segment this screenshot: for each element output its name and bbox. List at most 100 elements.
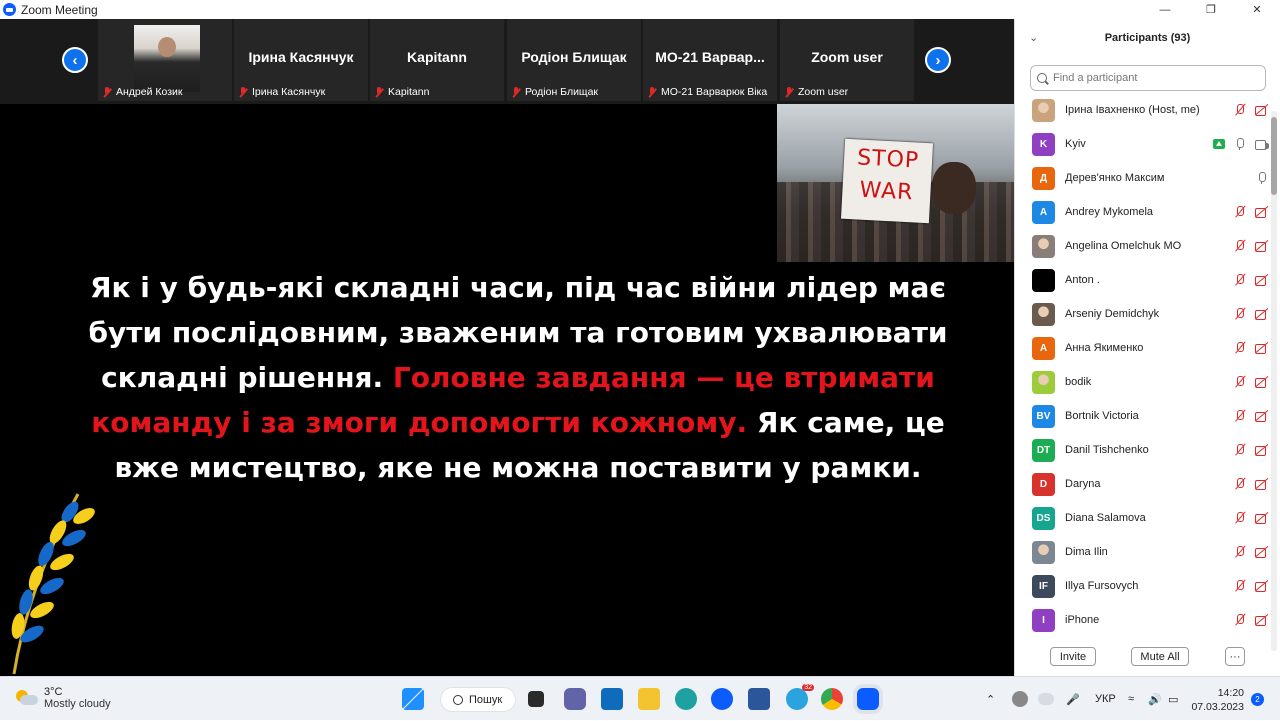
keyboard-language[interactable]: УКР <box>1095 677 1116 721</box>
mic-off-icon <box>1233 409 1247 423</box>
participant-row[interactable]: Angelina Omelchuk МО <box>1015 229 1273 263</box>
participant-row[interactable]: IF Illya Fursovych <box>1015 569 1273 603</box>
search-icon <box>1037 73 1047 83</box>
zoom-logo-icon <box>3 3 16 16</box>
vid-off-icon <box>1255 409 1269 423</box>
participant-row[interactable]: A Andrey Mykomela <box>1015 195 1273 229</box>
participant-name: Dima Ilin <box>1065 546 1108 558</box>
participant-avatar: Д <box>1032 166 1055 190</box>
security-icon[interactable] <box>1012 691 1028 707</box>
meeting-stage: ‹ Андрей Козик Ірина Касянчук Ірина Кася… <box>0 19 1014 676</box>
zoom-app-icon[interactable] <box>711 688 733 710</box>
collapse-chevron-icon[interactable]: ⌄ <box>1029 31 1038 44</box>
participant-row[interactable]: Anton . <box>1015 263 1273 297</box>
word-icon[interactable] <box>748 688 770 710</box>
vid-on-icon <box>1255 137 1269 151</box>
participant-avatar: D <box>1032 472 1055 496</box>
participant-search[interactable] <box>1030 65 1266 91</box>
mic-off-icon <box>1233 443 1247 457</box>
edge-browser-icon[interactable] <box>675 688 697 710</box>
volume-icon[interactable]: 🔊 <box>1148 677 1162 721</box>
muted-mic-icon <box>647 86 657 98</box>
participant-row[interactable]: DT Danil Tishchenko <box>1015 433 1273 467</box>
more-options-button[interactable]: ··· <box>1225 647 1245 666</box>
participant-row[interactable]: Arseniy Demidchyk <box>1015 297 1273 331</box>
microphone-icon[interactable]: 🎤 <box>1066 677 1080 721</box>
participant-row[interactable]: BV Bortnik Victoria <box>1015 399 1273 433</box>
mic-off-icon <box>1233 273 1247 287</box>
participant-status-icons <box>1233 511 1269 525</box>
video-tile[interactable]: Андрей Козик <box>98 19 232 101</box>
participant-status-icons <box>1213 137 1269 151</box>
weather-temperature: 3°C <box>44 686 63 698</box>
participant-avatar <box>1032 268 1055 292</box>
participant-status-icons <box>1233 579 1269 593</box>
participant-row[interactable]: Ірина Івахненко (Host, me) <box>1015 93 1273 127</box>
participant-avatar: IF <box>1032 574 1055 598</box>
participant-row[interactable]: А Анна Якименко <box>1015 331 1273 365</box>
zoom-meeting-active-icon[interactable] <box>857 688 879 710</box>
mail-icon[interactable] <box>601 688 623 710</box>
participant-search-input[interactable] <box>1053 72 1253 84</box>
mute-all-button[interactable]: Mute All <box>1131 647 1189 666</box>
file-explorer-icon[interactable] <box>638 688 660 710</box>
participant-name: Дерев'янко Максим <box>1065 172 1165 184</box>
taskbar-search-label: Пошук <box>469 693 503 706</box>
video-strip: ‹ Андрей Козик Ірина Касянчук Ірина Кася… <box>0 19 1014 104</box>
system-clock[interactable]: 14:20 07.03.2023 <box>1186 686 1244 714</box>
participant-name: Diana Salamova <box>1065 512 1146 524</box>
muted-mic-icon <box>238 86 248 98</box>
taskbar-search[interactable]: Пошук <box>440 687 516 712</box>
participant-avatar <box>1032 234 1055 258</box>
weather-widget[interactable]: 3°C Mostly cloudy <box>16 686 111 710</box>
video-tile-caption: Ірина Касянчук <box>238 86 325 98</box>
mic-off-icon <box>1233 205 1247 219</box>
participant-name: Danil Tishchenko <box>1065 444 1149 456</box>
close-icon[interactable]: ✕ <box>1234 0 1280 19</box>
video-tile[interactable]: Ірина Касянчук Ірина Касянчук <box>234 19 368 101</box>
video-tile[interactable]: МО-21 Варвар... МО-21 Варварюк Віка <box>643 19 777 101</box>
wifi-icon[interactable]: ≈ <box>1128 677 1134 721</box>
telegram-icon[interactable]: 32 <box>786 684 814 710</box>
next-page-arrow-icon[interactable]: › <box>925 47 951 73</box>
participant-row[interactable]: bodik <box>1015 365 1273 399</box>
stop-war-sign: STOP WAR <box>840 138 934 224</box>
start-button-icon[interactable] <box>402 688 424 710</box>
video-tile[interactable]: Родіон Блищак Родіон Блищак <box>507 19 641 101</box>
video-tile[interactable]: Zoom user Zoom user <box>780 19 914 101</box>
chrome-icon[interactable] <box>821 688 843 710</box>
minimize-icon[interactable]: — <box>1142 0 1188 19</box>
restore-icon[interactable]: ❐ <box>1188 0 1234 19</box>
participant-status-icons <box>1233 239 1269 253</box>
previous-page-arrow-icon[interactable]: ‹ <box>62 47 88 73</box>
participant-row[interactable]: Dima Ilin <box>1015 535 1273 569</box>
participant-row[interactable]: K Kyiv <box>1015 127 1273 161</box>
participant-row[interactable]: D Daryna <box>1015 467 1273 501</box>
battery-icon[interactable]: ▭ <box>1168 677 1178 721</box>
participant-row[interactable]: Д Дерев'янко Максим <box>1015 161 1273 195</box>
participant-list: Ірина Івахненко (Host, me) K Kyiv Д Дерев'ян… <box>1015 93 1273 633</box>
teams-chat-icon[interactable] <box>564 688 586 710</box>
stop-war-photo: STOP WAR <box>777 104 1014 262</box>
notification-count-badge[interactable]: 2 <box>1251 693 1264 706</box>
vid-off-icon <box>1255 341 1269 355</box>
wheat-ear-icon <box>11 493 95 674</box>
vid-off-icon <box>1255 103 1269 117</box>
participant-list-scrollbar[interactable] <box>1271 111 1277 651</box>
video-tile[interactable]: Kapitann Kapitann <box>370 19 504 101</box>
mic-off-icon <box>1233 477 1247 491</box>
invite-button[interactable]: Invite <box>1050 647 1096 666</box>
video-tile-name: Zoom user <box>811 49 883 65</box>
scrollbar-thumb[interactable] <box>1271 117 1277 195</box>
search-icon <box>453 694 463 705</box>
video-tile-name: Kapitann <box>407 49 467 65</box>
show-hidden-icons-chevron-icon[interactable]: ⌃ <box>986 677 995 721</box>
participant-row[interactable]: IiPhone <box>1015 603 1273 633</box>
muted-mic-icon <box>511 86 521 98</box>
participant-row[interactable]: DS Diana Salamova <box>1015 501 1273 535</box>
onedrive-cloud-icon[interactable] <box>1038 693 1054 705</box>
task-view-icon[interactable] <box>528 691 544 707</box>
participant-status-icons <box>1233 375 1269 389</box>
video-tile-caption: МО-21 Варварюк Віка <box>647 86 767 98</box>
participants-panel: ⌄ Participants (93) Ірина Івахненко (Hos… <box>1014 19 1280 676</box>
